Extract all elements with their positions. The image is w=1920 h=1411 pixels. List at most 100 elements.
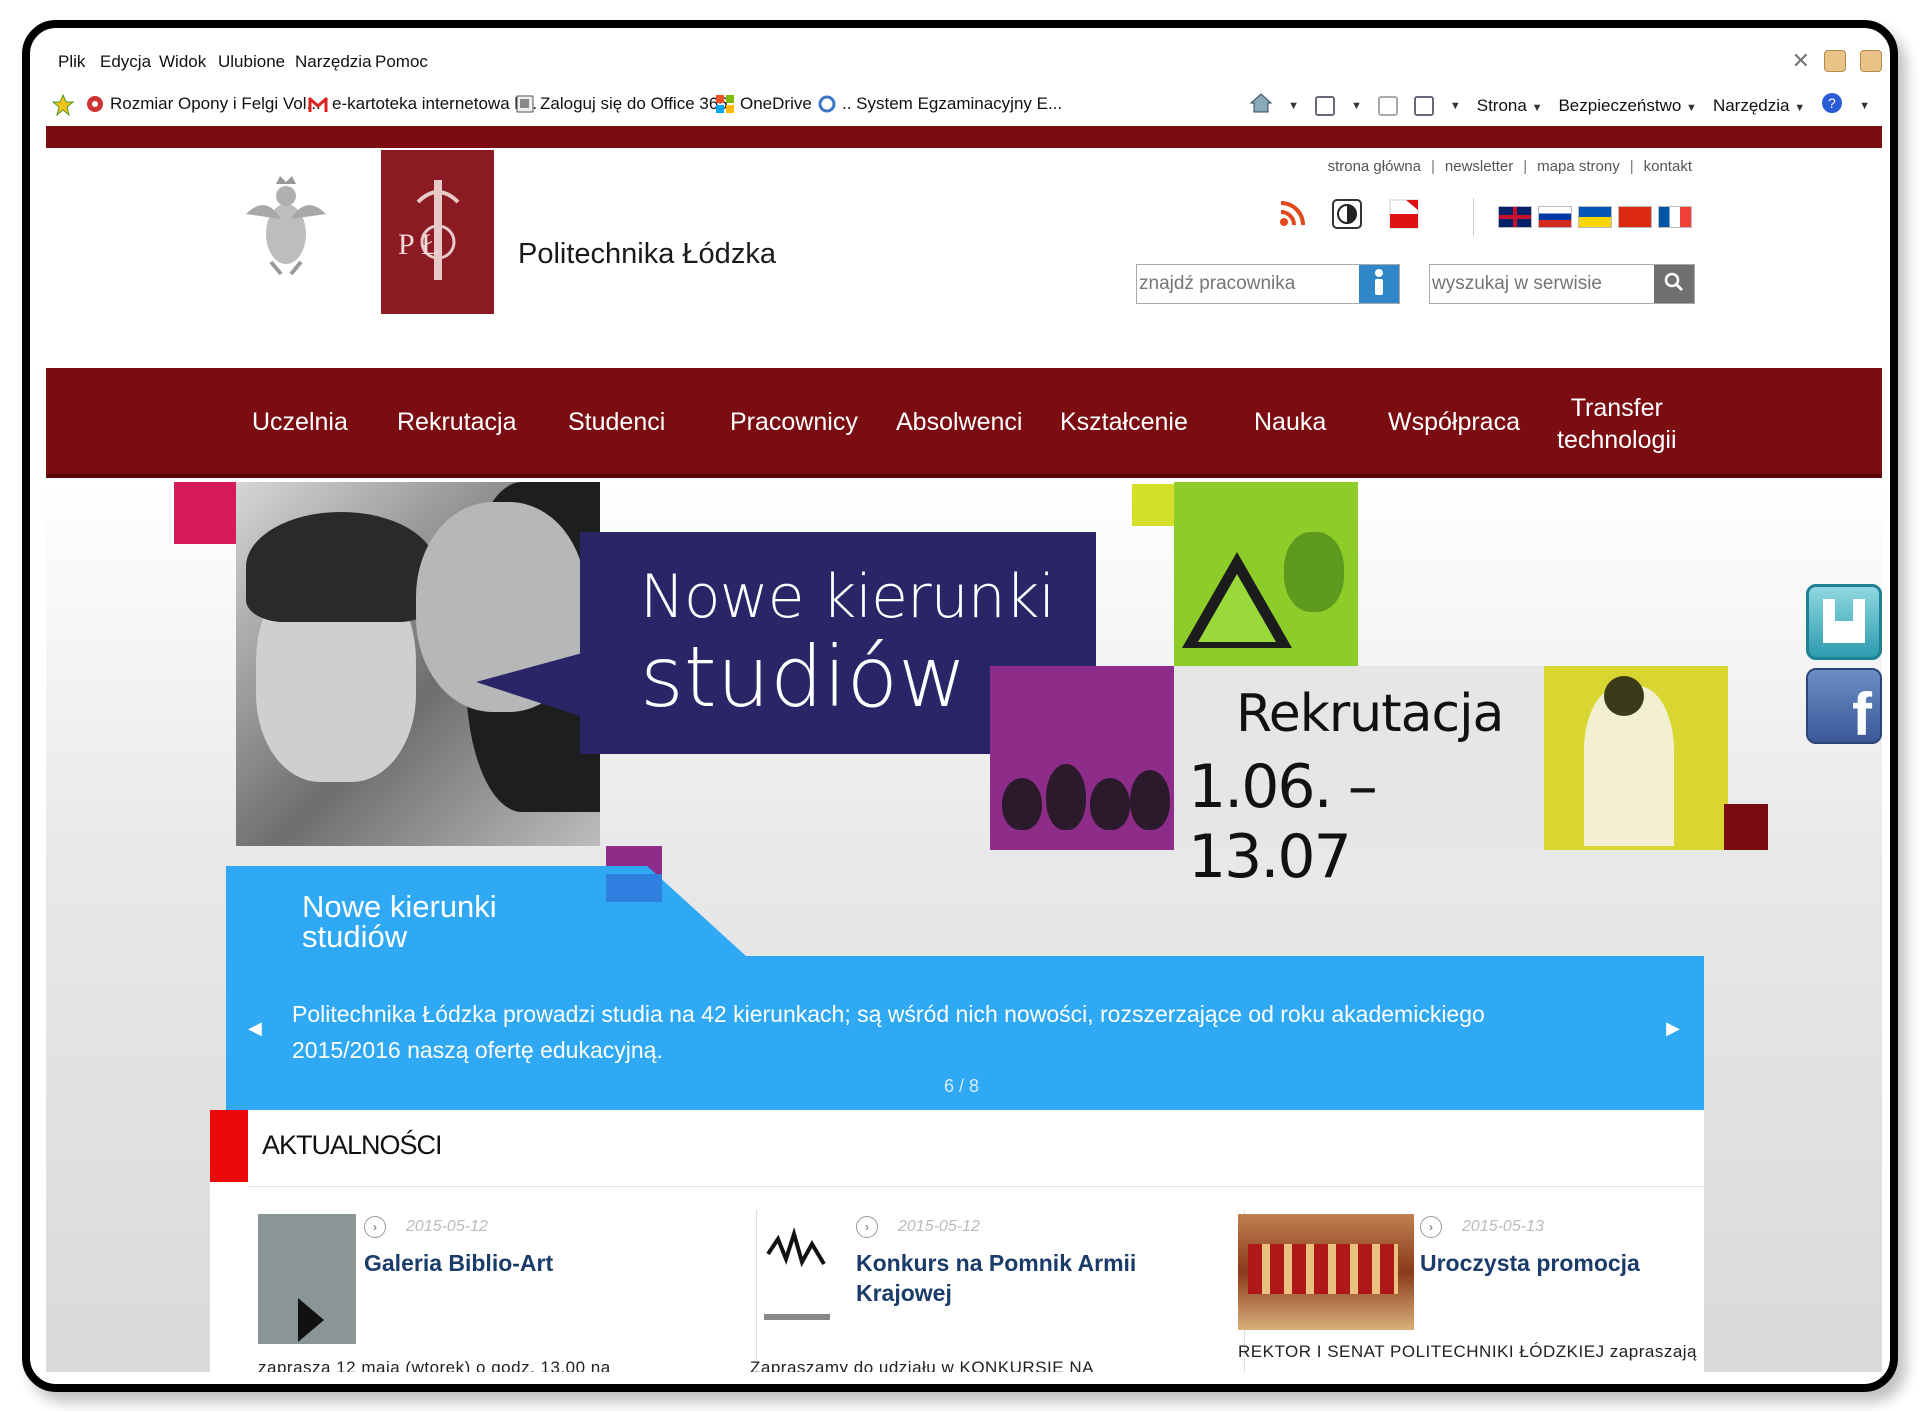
employee-search-button[interactable] bbox=[1359, 265, 1399, 303]
chevron-down-icon[interactable]: ▼ bbox=[1288, 100, 1299, 112]
slide-title-line2: studiów bbox=[302, 919, 408, 954]
news-title[interactable]: Galeria Biblio-Art bbox=[364, 1248, 553, 1278]
chevron-right-icon[interactable]: › bbox=[1420, 1216, 1442, 1238]
recruitment-box[interactable]: Rekrutacja 1.06. – 13.07 bbox=[1174, 666, 1544, 892]
social-h-icon[interactable] bbox=[1806, 584, 1882, 660]
employee-search bbox=[1136, 264, 1400, 304]
eagle-emblem-icon bbox=[236, 174, 336, 278]
top-link-home[interactable]: strona główna bbox=[1328, 158, 1421, 175]
banner-speech-tail bbox=[476, 652, 586, 718]
news-date: 2015-05-13 bbox=[1462, 1218, 1544, 1235]
favorite-label: Rozmiar Opony i Felgi Vol... bbox=[110, 94, 321, 113]
news-title[interactable]: Konkurs na Pomnik Armii Krajowej bbox=[856, 1248, 1186, 1308]
news-item[interactable]: › 2015-05-12 Konkurs na Pomnik Armii Kra… bbox=[750, 1214, 1220, 1372]
menu-favorites[interactable]: Ulubione bbox=[218, 52, 285, 72]
windows-icon bbox=[716, 95, 734, 113]
divider bbox=[248, 1186, 1704, 1187]
site-search-input[interactable] bbox=[1432, 273, 1642, 295]
menu-help[interactable]: Pomoc bbox=[375, 52, 428, 72]
mail-icon[interactable] bbox=[1377, 95, 1398, 116]
top-link-sitemap[interactable]: mapa strony bbox=[1537, 158, 1620, 175]
nav-ksztalcenie[interactable]: Kształcenie bbox=[1060, 408, 1188, 437]
news-item[interactable]: › 2015-05-13 Uroczysta promocja REKTOR I… bbox=[1238, 1214, 1708, 1372]
favorite-link[interactable]: OneDrive bbox=[716, 94, 812, 114]
facebook-icon[interactable]: f bbox=[1806, 668, 1882, 748]
news-section: AKTUALNOŚCI › 2015-05-12 Galeria Biblio-… bbox=[210, 1110, 1704, 1372]
print-icon[interactable] bbox=[1413, 95, 1434, 116]
nav-wspolpraca[interactable]: Współpraca bbox=[1388, 408, 1520, 437]
help-icon[interactable]: ? bbox=[1821, 92, 1843, 119]
top-link-newsletter[interactable]: newsletter bbox=[1445, 158, 1513, 175]
browser-frame: Plik Edycja Widok Ulubione Narzędzia Pom… bbox=[22, 20, 1898, 1392]
lab-photo-yellow bbox=[1544, 666, 1728, 850]
main-nav: Uczelnia Rekrutacja Studenci Pracownicy … bbox=[46, 368, 1882, 478]
favorite-link[interactable]: Zaloguj się do Office 365 bbox=[516, 94, 728, 114]
top-link-contact[interactable]: kontakt bbox=[1644, 158, 1692, 175]
prev-slide-icon[interactable]: ◀ bbox=[248, 1018, 262, 1039]
menu-view[interactable]: Widok bbox=[159, 52, 206, 72]
favorites-star-icon[interactable] bbox=[52, 94, 74, 116]
employee-search-input[interactable] bbox=[1139, 273, 1349, 295]
nav-studenci[interactable]: Studenci bbox=[568, 408, 665, 437]
news-title[interactable]: Uroczysta promocja bbox=[1420, 1248, 1640, 1278]
site-search-button[interactable] bbox=[1654, 265, 1694, 303]
banner-title-line1: Nowe kierunki bbox=[640, 562, 1055, 632]
chevron-down-icon[interactable]: ▼ bbox=[1351, 100, 1362, 112]
addon-icon-2[interactable] bbox=[1860, 50, 1882, 72]
browser-window: Plik Edycja Widok Ulubione Narzędzia Pom… bbox=[46, 42, 1882, 1372]
news-heading[interactable]: AKTUALNOŚCI bbox=[262, 1130, 443, 1161]
person-icon bbox=[1372, 268, 1386, 301]
page-menu[interactable]: Strona ▼ bbox=[1477, 96, 1543, 116]
nav-transfer-line2: technologii bbox=[1557, 426, 1677, 454]
flag-fr-icon[interactable] bbox=[1658, 206, 1692, 228]
rss-icon[interactable] bbox=[1278, 200, 1306, 233]
flag-ua-icon[interactable] bbox=[1578, 206, 1612, 228]
lab-photo-purple bbox=[990, 666, 1174, 850]
news-thumbnail[interactable] bbox=[1238, 1214, 1414, 1330]
home-icon[interactable] bbox=[1249, 93, 1273, 118]
divider bbox=[1473, 198, 1474, 236]
feeds-icon[interactable] bbox=[1314, 95, 1335, 116]
next-slide-icon[interactable]: ▶ bbox=[1666, 1018, 1680, 1039]
site-search bbox=[1429, 264, 1695, 304]
favorite-link[interactable]: .. System Egzaminacyjny E... bbox=[818, 94, 1062, 114]
nav-absolwenci[interactable]: Absolwenci bbox=[896, 408, 1022, 437]
utility-icons bbox=[1278, 198, 1420, 235]
recruitment-dates: 1.06. – 13.07 bbox=[1188, 752, 1378, 892]
decor-square bbox=[606, 874, 662, 902]
flag-uk-icon[interactable] bbox=[1498, 206, 1532, 228]
nav-transfer-technologii[interactable]: Transfer technologii bbox=[1557, 392, 1677, 456]
menu-edit[interactable]: Edycja bbox=[100, 52, 151, 72]
menu-file[interactable]: Plik bbox=[58, 52, 85, 72]
chevron-right-icon[interactable]: › bbox=[364, 1216, 386, 1238]
chevron-right-icon[interactable]: › bbox=[856, 1216, 878, 1238]
news-item[interactable]: › 2015-05-12 Galeria Biblio-Art zaprasza… bbox=[258, 1214, 728, 1372]
tools-menu[interactable]: Narzędzia ▼ bbox=[1713, 96, 1805, 116]
flag-ru-icon[interactable] bbox=[1538, 206, 1572, 228]
favorite-link[interactable]: e-kartoteka internetowa k... bbox=[308, 94, 537, 114]
nav-nauka[interactable]: Nauka bbox=[1254, 408, 1326, 437]
top-accent-bar bbox=[46, 126, 1882, 148]
nav-uczelnia[interactable]: Uczelnia bbox=[252, 408, 348, 437]
bip-icon[interactable] bbox=[1388, 198, 1420, 235]
security-menu[interactable]: Bezpieczeństwo ▼ bbox=[1558, 96, 1696, 116]
news-thumbnail[interactable] bbox=[258, 1214, 356, 1344]
news-thumbnail[interactable] bbox=[758, 1214, 838, 1344]
chevron-down-icon[interactable]: ▼ bbox=[1859, 100, 1870, 112]
gmail-icon bbox=[308, 95, 328, 113]
site-name[interactable]: Politechnika Łódzka bbox=[518, 238, 776, 271]
close-icon[interactable]: ✕ bbox=[1792, 48, 1810, 74]
news-date: 2015-05-12 bbox=[406, 1218, 488, 1235]
menu-tools[interactable]: Narzędzia bbox=[295, 52, 372, 72]
slide-title[interactable]: Nowe kierunki studiów bbox=[302, 891, 497, 954]
contrast-icon[interactable] bbox=[1332, 199, 1362, 234]
flag-cn-icon[interactable] bbox=[1618, 206, 1652, 228]
nav-pracownicy[interactable]: Pracownicy bbox=[730, 408, 858, 437]
news-excerpt: REKTOR I SENAT POLITECHNIKI ŁÓDZKIEJ zap… bbox=[1238, 1342, 1698, 1372]
university-logo[interactable]: P Ł bbox=[381, 150, 494, 314]
logo-text: P Ł bbox=[398, 228, 439, 261]
addon-icon[interactable] bbox=[1824, 50, 1846, 72]
chevron-down-icon[interactable]: ▼ bbox=[1450, 100, 1461, 112]
nav-rekrutacja[interactable]: Rekrutacja bbox=[397, 408, 517, 437]
favorite-link[interactable]: Rozmiar Opony i Felgi Vol... bbox=[86, 94, 321, 114]
